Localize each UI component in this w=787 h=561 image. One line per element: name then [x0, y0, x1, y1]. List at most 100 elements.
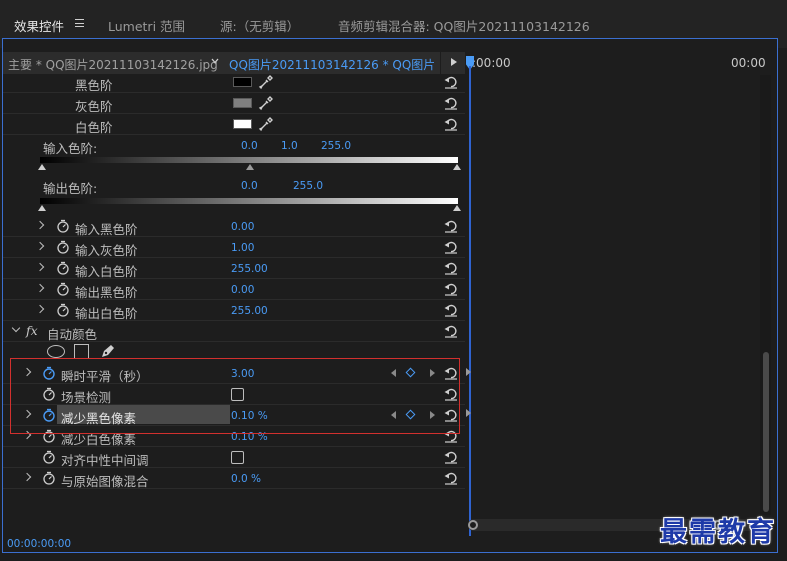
gray-level-label: 灰色阶	[75, 99, 113, 114]
expand-chevron-icon[interactable]	[35, 220, 45, 230]
watermark-logo: 最需教育	[660, 517, 776, 548]
reset-icon[interactable]	[444, 219, 458, 233]
input-levels-black-value[interactable]: 0.0	[241, 140, 258, 152]
expand-chevron-icon[interactable]	[22, 472, 32, 482]
param-label: 与原始图像混合	[61, 474, 149, 489]
expand-chevron-icon[interactable]	[35, 304, 45, 314]
sequence-clip-selector[interactable]: QQ图片20211103142126 * QQ图片2...	[229, 56, 434, 73]
param-label: 输出白色阶	[75, 306, 138, 321]
white-level-label: 白色阶	[75, 120, 113, 135]
snap-neutral-midtones-checkbox[interactable]	[231, 451, 244, 464]
param-value[interactable]: 1.00	[231, 242, 254, 254]
output-levels-row: 输出色阶: 0.0 255.0	[3, 175, 465, 196]
panel-menu-icon[interactable]	[75, 19, 84, 27]
expand-chevron-icon[interactable]	[35, 283, 45, 293]
tab-audio-clip-mixer[interactable]: 音频剪辑混合器: QQ图片20211103142126	[338, 16, 590, 35]
input-levels-white-value[interactable]: 255.0	[321, 140, 351, 152]
gray-level-swatch[interactable]	[233, 98, 252, 108]
stopwatch-icon[interactable]	[56, 219, 70, 233]
white-level-row: 白色阶	[3, 114, 465, 135]
input-white-slider-handle[interactable]	[453, 164, 461, 170]
param-row: 输出白色阶 255.00	[3, 300, 465, 321]
output-levels-white-value[interactable]: 255.0	[293, 180, 323, 192]
tab-lumetri-scopes[interactable]: Lumetri 范围	[108, 16, 185, 35]
param-value[interactable]: 0.0 %	[231, 473, 261, 485]
param-value[interactable]: 255.00	[231, 263, 268, 275]
stopwatch-icon[interactable]	[56, 261, 70, 275]
param-row: 输入黑色阶 0.00	[3, 216, 465, 237]
timeline-end-time: 00:00	[731, 56, 766, 70]
eyedropper-icon[interactable]	[258, 74, 274, 90]
collapse-chevron-icon[interactable]	[11, 323, 21, 333]
param-label: 输入黑色阶	[75, 222, 138, 237]
param-row: 与原始图像混合 0.0 %	[3, 468, 465, 489]
param-row: 输出黑色阶 0.00	[3, 279, 465, 300]
eyedropper-icon[interactable]	[258, 95, 274, 111]
param-row: 输入白色阶 255.00	[3, 258, 465, 279]
param-value[interactable]: 255.00	[231, 305, 268, 317]
param-value[interactable]: 0.00	[231, 221, 254, 233]
param-row: 输入灰色阶 1.00	[3, 237, 465, 258]
black-level-swatch[interactable]	[233, 77, 252, 87]
stopwatch-icon[interactable]	[56, 282, 70, 296]
vertical-scroll-thumb[interactable]	[763, 352, 769, 512]
black-level-label: 黑色阶	[75, 78, 113, 93]
header-divider	[440, 52, 441, 74]
tab-effect-controls[interactable]: 效果控件	[14, 16, 64, 35]
stopwatch-icon[interactable]	[42, 471, 56, 485]
master-clip-label[interactable]: 主要 * QQ图片20211103142126.jpg	[8, 56, 218, 73]
output-levels-label: 输出色阶:	[43, 181, 98, 196]
reset-icon[interactable]	[444, 303, 458, 317]
tab-source[interactable]: 源:（无剪辑）	[220, 16, 299, 35]
output-white-slider-handle[interactable]	[453, 205, 461, 211]
white-level-swatch[interactable]	[233, 119, 252, 129]
output-black-slider-handle[interactable]	[38, 205, 46, 211]
stopwatch-icon[interactable]	[42, 450, 56, 464]
reset-icon[interactable]	[444, 75, 458, 89]
param-label: 输入白色阶	[75, 264, 138, 279]
output-levels-black-value[interactable]: 0.0	[241, 180, 258, 192]
input-black-slider-handle[interactable]	[38, 164, 46, 170]
param-label: 输入灰色阶	[75, 243, 138, 258]
expand-chevron-icon[interactable]	[35, 241, 45, 251]
zoom-handle-left[interactable]	[468, 520, 478, 530]
output-levels-gradient-slider[interactable]	[40, 198, 458, 204]
chevron-down-icon[interactable]	[211, 57, 219, 65]
param-value[interactable]: 0.00	[231, 284, 254, 296]
reset-icon[interactable]	[444, 96, 458, 110]
param-label: 输出黑色阶	[75, 285, 138, 300]
reset-icon[interactable]	[444, 450, 458, 464]
fx-badge-icon[interactable]: fx	[26, 323, 38, 338]
input-levels-gray-value[interactable]: 1.0	[281, 140, 298, 152]
keyframe-marker-icon	[466, 409, 471, 417]
input-gray-slider-handle[interactable]	[246, 164, 254, 170]
annotation-highlight-box	[10, 358, 460, 434]
playhead-line	[469, 66, 471, 536]
reset-icon[interactable]	[444, 117, 458, 131]
reset-icon[interactable]	[444, 240, 458, 254]
keyframe-marker-icon	[466, 368, 471, 376]
param-row: 对齐中性中间调	[3, 447, 465, 468]
auto-color-label: 自动颜色	[47, 327, 98, 342]
param-label: 对齐中性中间调	[61, 453, 149, 468]
input-levels-label: 输入色阶:	[43, 141, 98, 156]
stopwatch-icon[interactable]	[56, 240, 70, 254]
reset-icon[interactable]	[444, 282, 458, 296]
eyedropper-icon[interactable]	[258, 116, 274, 132]
auto-color-effect-row[interactable]: fx 自动颜色	[3, 321, 465, 342]
gray-level-row: 灰色阶	[3, 93, 465, 114]
black-level-row: 黑色阶	[3, 72, 465, 93]
reset-icon[interactable]	[444, 261, 458, 275]
input-levels-row: 输入色阶: 0.0 1.0 255.0	[3, 135, 465, 156]
pen-mask-icon[interactable]	[100, 343, 116, 359]
ellipse-mask-icon[interactable]	[47, 345, 65, 358]
rectangle-mask-icon[interactable]	[74, 344, 89, 359]
current-time-display[interactable]: 00:00:00:00	[7, 538, 71, 550]
reset-icon[interactable]	[444, 324, 458, 338]
reset-icon[interactable]	[444, 471, 458, 485]
timeline-start-time: :00:00	[472, 56, 511, 70]
stopwatch-icon[interactable]	[56, 303, 70, 317]
input-levels-gradient-slider[interactable]	[40, 157, 458, 163]
play-icon[interactable]	[451, 58, 457, 66]
expand-chevron-icon[interactable]	[35, 262, 45, 272]
